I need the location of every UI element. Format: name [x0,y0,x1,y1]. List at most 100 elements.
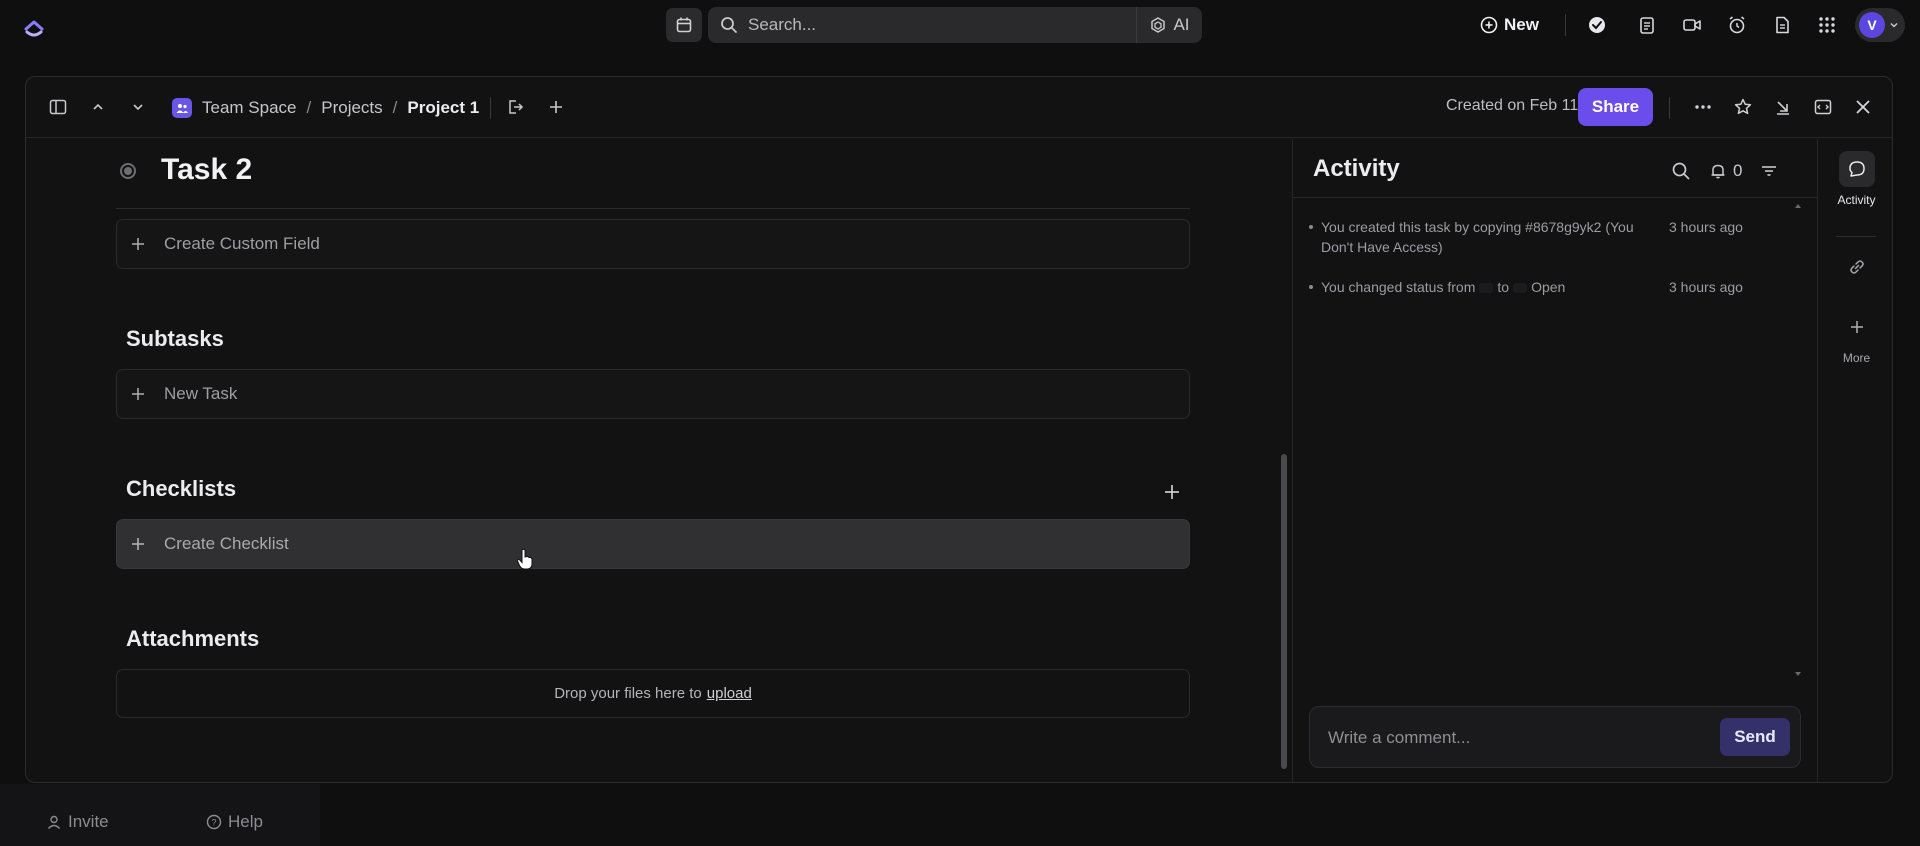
checklists-heading: Checklists [126,476,237,501]
create-checklist-label: Create Checklist [164,534,289,553]
help-icon: ? [206,814,222,830]
document-icon[interactable] [1770,13,1794,37]
plus-icon [129,385,147,403]
scroll-up-icon[interactable] [1793,201,1803,211]
notification-count: 0 [1733,161,1743,180]
status-icon[interactable] [120,163,136,179]
invite-button[interactable]: Invite [46,812,109,832]
sidebar-toggle-icon[interactable] [46,95,70,119]
send-button[interactable]: Send [1720,718,1790,756]
attachments-heading: Attachments [126,626,260,651]
activity-item: You changed status from to Open 3 hours ag… [1309,277,1781,297]
plus-icon [129,535,147,553]
divider [1293,197,1817,198]
rail-more[interactable]: More [1818,309,1892,365]
filter-icon[interactable] [1760,162,1778,180]
avatar: V [1859,12,1885,38]
breadcrumb-list[interactable]: Project 1 [407,98,479,118]
breadcrumb-folder[interactable]: Projects [321,98,382,118]
activity-list: You created this task by copying #8678g9… [1309,217,1781,317]
right-rail: Activity More [1817,139,1892,782]
task-title[interactable]: Task 2 [161,153,252,187]
star-icon[interactable] [1731,95,1755,119]
move-task-icon[interactable] [504,95,528,119]
status-change-prefix: You changed status from [1321,279,1476,295]
apps-grid-icon[interactable] [1815,13,1839,37]
divider [1565,14,1566,36]
notifications-button[interactable]: 0 [1709,161,1742,181]
add-checklist-icon[interactable] [1161,481,1183,503]
divider [490,97,491,119]
status-badge [1479,283,1494,294]
top-bar: Search... AI New V [0,0,1920,50]
chevron-up-icon[interactable] [86,95,110,119]
add-icon[interactable] [544,95,568,119]
new-task-button[interactable]: New Task [116,369,1190,419]
divider [1836,236,1876,237]
plus-circle-icon [1480,16,1498,34]
expand-icon[interactable] [1811,95,1835,119]
bell-icon [1709,162,1727,180]
activity-text: You changed status from to Open [1321,277,1661,297]
scrollbar-thumb[interactable] [1281,454,1287,769]
attachment-dropzone[interactable]: Drop your files here to upload [116,669,1190,718]
task-content: Task 2 Create Custom Field Subtasks New … [26,139,1288,782]
ai-icon [1149,16,1167,34]
create-checklist-button[interactable]: Create Checklist [116,519,1190,569]
divider [1669,97,1670,119]
created-date: Created on Feb 11 [1446,97,1579,114]
calendar-button[interactable] [666,8,702,42]
help-label: Help [228,812,263,831]
ai-label: AI [1173,15,1190,34]
activity-time: 3 hours ago [1669,219,1743,235]
drop-text: Drop your files here to [554,685,702,702]
breadcrumb: Team Space / Projects / Project 1 [172,94,479,122]
more-horizontal-icon[interactable] [1691,95,1715,119]
user-icon [46,814,62,830]
activity-text: You created this task by copying #8678g9… [1321,219,1634,255]
activity-time: 3 hours ago [1669,279,1743,295]
task-modal: Team Space / Projects / Project 1 Create… [25,76,1893,783]
search-bar[interactable]: Search... AI [708,7,1202,43]
invite-label: Invite [68,812,109,831]
user-menu[interactable]: V [1855,8,1905,42]
new-task-label: New Task [164,384,238,403]
search-placeholder: Search... [748,15,817,34]
alarm-clock-icon[interactable] [1725,13,1749,37]
search-icon[interactable] [1671,161,1691,181]
comment-box[interactable]: Write a comment... Send [1309,706,1801,768]
share-button[interactable]: Share [1578,88,1653,126]
rail-links[interactable] [1818,249,1892,285]
new-label: New [1504,15,1539,34]
comment-input[interactable]: Write a comment... [1328,728,1470,748]
divider [116,208,1190,209]
upload-link[interactable]: upload [707,685,752,702]
chevron-down-icon[interactable] [126,95,150,119]
chevron-down-icon [1888,19,1900,31]
status-change-value: Open [1531,279,1566,295]
clipboard-icon[interactable] [1635,13,1659,37]
rail-activity-label: Activity [1837,193,1876,207]
check-circle-icon[interactable] [1585,13,1609,37]
video-icon[interactable] [1680,13,1704,37]
bullet [1309,285,1313,289]
hand-cursor-icon [516,548,534,570]
minimize-icon[interactable] [1771,95,1795,119]
search-icon [720,16,738,34]
plus-icon [129,235,147,253]
activity-item: You created this task by copying #8678g9… [1309,217,1781,257]
new-button[interactable]: New [1480,10,1539,40]
breadcrumb-space[interactable]: Team Space [202,98,297,118]
ai-button[interactable]: AI [1136,7,1202,43]
breadcrumb-separator: / [392,98,398,117]
close-icon[interactable] [1851,95,1875,119]
scroll-down-icon[interactable] [1793,669,1803,679]
chat-bubble-icon [1838,151,1875,187]
bullet [1309,225,1313,229]
create-custom-field-button[interactable]: Create Custom Field [116,219,1190,269]
clickup-logo-icon[interactable] [20,12,48,40]
help-button[interactable]: ? Help [206,812,263,832]
activity-toolbar: 0 [1671,157,1778,185]
rail-activity[interactable]: Activity [1818,151,1892,207]
create-custom-field-label: Create Custom Field [164,234,320,253]
